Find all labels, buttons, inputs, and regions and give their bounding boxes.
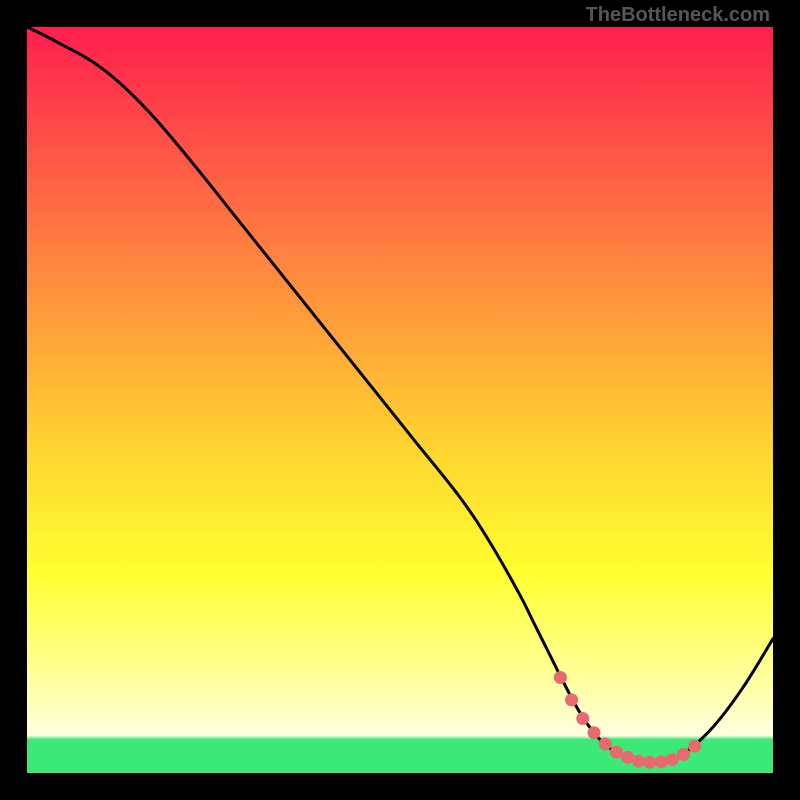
chart-plot-area — [27, 27, 773, 773]
highlight-dot — [565, 693, 578, 706]
highlight-dot — [632, 755, 645, 768]
highlight-dot — [587, 726, 600, 739]
highlight-dot — [655, 755, 668, 768]
highlight-dot — [610, 746, 623, 759]
highlight-dot — [677, 748, 690, 761]
watermark-text: TheBottleneck.com — [586, 4, 770, 27]
bottleneck-curve — [27, 27, 773, 763]
highlight-dot — [599, 737, 612, 750]
highlight-dot — [576, 712, 589, 725]
highlight-dot — [666, 753, 679, 766]
highlight-dot — [643, 756, 656, 769]
highlight-dots — [554, 671, 701, 769]
chart-curve-layer — [27, 27, 773, 773]
highlight-dot — [554, 671, 567, 684]
highlight-dot — [621, 751, 634, 764]
highlight-dot — [688, 740, 701, 753]
